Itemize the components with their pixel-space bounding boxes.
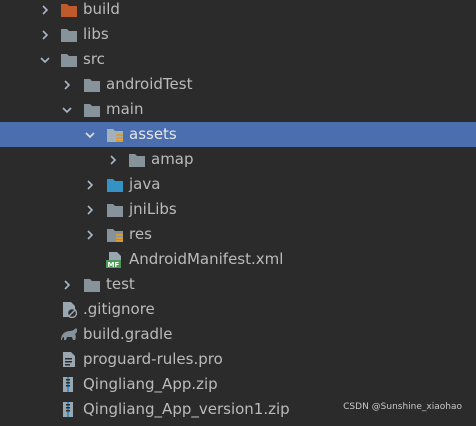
- ignore-file-icon: [60, 301, 78, 319]
- chevron-right-icon[interactable]: [38, 0, 52, 22]
- tree-item-test[interactable]: test: [0, 272, 476, 297]
- svg-text:MF: MF: [108, 261, 120, 268]
- tree-item-label: androidTest: [106, 75, 193, 93]
- chevron-right-icon[interactable]: [38, 22, 52, 47]
- chevron-right-icon[interactable]: [60, 272, 74, 297]
- tree-item-label: src: [83, 50, 105, 68]
- tree-item-java[interactable]: java: [0, 172, 476, 197]
- tree-item-amap[interactable]: amap: [0, 147, 476, 172]
- manifest-file-icon: MF: [106, 251, 124, 269]
- folder-icon: [83, 76, 101, 93]
- folder-icon: [60, 26, 78, 43]
- chevron-right-icon[interactable]: [83, 197, 97, 222]
- chevron-down-icon[interactable]: [60, 97, 74, 122]
- folder-icon: [83, 101, 101, 118]
- folder-icon: [83, 276, 101, 293]
- tree-item-label: Qingliang_App_version1.zip: [83, 400, 290, 418]
- tree-item-label: jniLibs: [129, 200, 177, 218]
- tree-item-label: proguard-rules.pro: [83, 350, 223, 368]
- zip-file-icon: [60, 376, 78, 393]
- tree-item-assets[interactable]: assets: [0, 122, 476, 147]
- watermark: CSDN @Sunshine_xiaohao: [343, 402, 462, 412]
- project-tree: build libs src androidTest main assets a…: [0, 0, 476, 422]
- tree-item-label: amap: [151, 150, 194, 168]
- tree-item-proguard-rules[interactable]: proguard-rules.pro: [0, 347, 476, 372]
- tree-item-main[interactable]: main: [0, 97, 476, 122]
- chevron-right-icon[interactable]: [83, 172, 97, 197]
- chevron-right-icon[interactable]: [60, 72, 74, 97]
- folder-icon: [60, 51, 78, 68]
- tree-item-res[interactable]: res: [0, 222, 476, 247]
- tree-item-label: .gitignore: [83, 300, 155, 318]
- tree-item-build[interactable]: build: [0, 0, 476, 22]
- tree-item-androidtest[interactable]: androidTest: [0, 72, 476, 97]
- tree-item-jnilibs[interactable]: jniLibs: [0, 197, 476, 222]
- chevron-down-icon[interactable]: [83, 122, 97, 147]
- tree-item-label: java: [129, 175, 161, 193]
- tree-item-zip[interactable]: Qingliang_App.zip: [0, 372, 476, 397]
- resource-folder-icon: [106, 126, 124, 143]
- excluded-folder-icon: [60, 1, 78, 18]
- tree-item-libs[interactable]: libs: [0, 22, 476, 47]
- tree-item-label: Qingliang_App.zip: [83, 375, 218, 393]
- tree-item-build-gradle[interactable]: build.gradle: [0, 322, 476, 347]
- tree-item-src[interactable]: src: [0, 47, 476, 72]
- gradle-icon: [59, 326, 78, 343]
- text-file-icon: [60, 351, 78, 368]
- tree-item-label: libs: [83, 25, 109, 43]
- tree-item-label: build.gradle: [83, 325, 173, 343]
- tree-item-android-manifest[interactable]: MF AndroidManifest.xml: [0, 247, 476, 272]
- resource-folder-icon: [106, 226, 124, 243]
- tree-item-label: main: [106, 100, 144, 118]
- chevron-right-icon[interactable]: [106, 147, 120, 172]
- chevron-down-icon[interactable]: [38, 47, 52, 72]
- tree-item-gitignore[interactable]: .gitignore: [0, 297, 476, 322]
- tree-item-label: assets: [129, 125, 177, 143]
- tree-item-label: test: [106, 275, 135, 293]
- folder-icon: [106, 201, 124, 218]
- folder-icon: [128, 151, 146, 168]
- tree-item-label: res: [129, 225, 152, 243]
- tree-item-label: AndroidManifest.xml: [129, 250, 284, 268]
- zip-file-icon: [60, 401, 78, 418]
- source-folder-icon: [106, 176, 124, 193]
- tree-item-label: build: [83, 0, 120, 18]
- chevron-right-icon[interactable]: [83, 222, 97, 247]
